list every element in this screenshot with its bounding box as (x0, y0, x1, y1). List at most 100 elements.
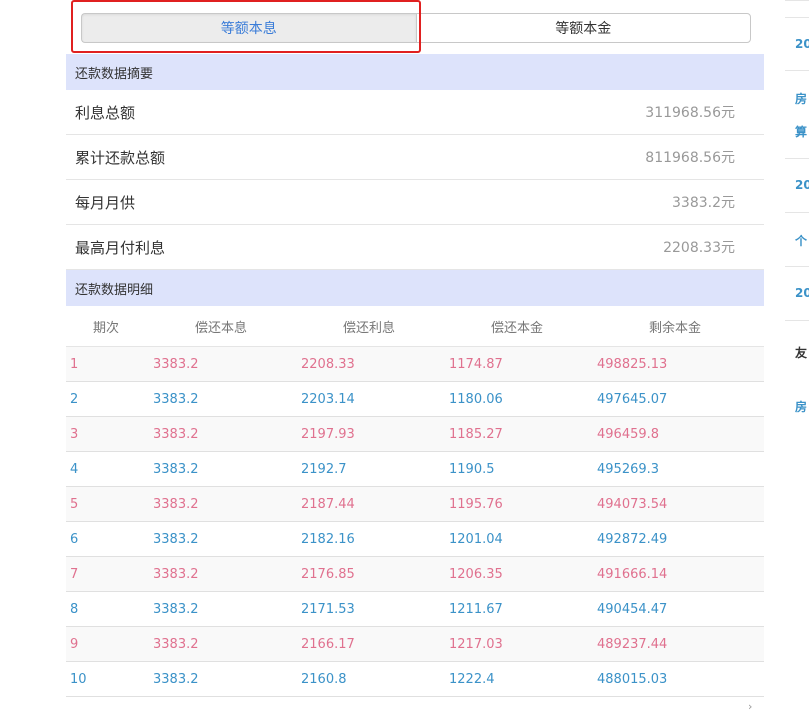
cell-principal: 1201.04 (449, 531, 503, 547)
cell-interest: 2208.33 (301, 356, 355, 372)
table-row: 7 3383.2 2176.85 1206.35 491666.14 (66, 557, 764, 592)
cell-period: 6 (70, 531, 79, 547)
cell-period: 7 (70, 566, 79, 582)
cell-remaining: 492872.49 (597, 531, 668, 547)
summary-value: 2208.33元 (663, 240, 735, 256)
column-header-period: 期次 (93, 321, 120, 336)
cell-interest: 2197.93 (301, 426, 355, 442)
column-header-remaining: 剩余本金 (649, 321, 702, 336)
cell-payment: 3383.2 (153, 426, 199, 442)
repayment-method-tabs: 等额本息 等额本金 (81, 13, 751, 43)
tab-equal-payment[interactable]: 等额本息 (81, 13, 416, 43)
sidebar-item-link[interactable]: 20 (795, 286, 809, 300)
cell-period: 9 (70, 636, 79, 652)
cell-remaining: 491666.14 (597, 566, 668, 582)
cell-period: 4 (70, 461, 79, 477)
cell-interest: 2160.8 (301, 671, 347, 687)
column-header-payment: 偿还本息 (195, 321, 248, 336)
summary-list: 利息总额 311968.56元 累计还款总额 811968.56元 每月月供 3… (66, 90, 764, 270)
summary-section-header: 还款数据摘要 (66, 54, 764, 90)
summary-label: 利息总额 (75, 103, 136, 122)
cell-remaining: 498825.13 (597, 356, 668, 372)
cell-principal: 1206.35 (449, 566, 503, 582)
summary-value: 311968.56元 (645, 105, 735, 121)
sidebar-divider (785, 320, 809, 321)
cell-remaining: 496459.8 (597, 426, 660, 442)
cell-period: 3 (70, 426, 79, 442)
summary-value: 811968.56元 (645, 150, 735, 166)
summary-label: 累计还款总额 (75, 148, 166, 167)
cell-payment: 3383.2 (153, 601, 199, 617)
cell-remaining: 497645.07 (597, 391, 668, 407)
cell-remaining: 490454.47 (597, 601, 668, 617)
cell-payment: 3383.2 (153, 391, 199, 407)
cell-period: 1 (70, 356, 79, 372)
sidebar-divider (785, 70, 809, 71)
cell-payment: 3383.2 (153, 461, 199, 477)
sidebar-item-link[interactable]: 个 (795, 232, 807, 249)
tab-equal-principal[interactable]: 等额本金 (415, 13, 751, 43)
cell-period: 10 (70, 671, 87, 687)
sidebar-item-link[interactable]: 算 (795, 123, 807, 140)
cell-period: 5 (70, 496, 79, 512)
table-row: 2 3383.2 2203.14 1180.06 497645.07 (66, 382, 764, 417)
chevron-right-icon[interactable]: › (748, 700, 752, 710)
cell-payment: 3383.2 (153, 356, 199, 372)
sidebar-item-link[interactable]: 20 (795, 37, 809, 51)
cell-payment: 3383.2 (153, 531, 199, 547)
summary-label: 每月月供 (75, 193, 136, 212)
cell-principal: 1217.03 (449, 636, 503, 652)
summary-row-total-repayment: 累计还款总额 811968.56元 (66, 135, 764, 180)
cell-principal: 1195.76 (449, 496, 503, 512)
table-row: 10 3383.2 2160.8 1222.4 488015.03 (66, 662, 764, 697)
sidebar-section-title: 友 (795, 346, 808, 360)
summary-row-monthly-payment: 每月月供 3383.2元 (66, 180, 764, 225)
cell-remaining: 489237.44 (597, 636, 668, 652)
sidebar-item-link[interactable]: 房 (795, 90, 807, 107)
detail-table-body: 1 3383.2 2208.33 1174.87 498825.13 2 3383.2 220… (66, 347, 764, 697)
summary-value: 3383.2元 (672, 195, 735, 211)
cell-interest: 2166.17 (301, 636, 355, 652)
cell-payment: 3383.2 (153, 566, 199, 582)
detail-section-header: 还款数据明细 (66, 270, 764, 306)
cell-interest: 2176.85 (301, 566, 355, 582)
cell-payment: 3383.2 (153, 671, 199, 687)
sidebar-divider (785, 158, 809, 159)
table-row: 1 3383.2 2208.33 1174.87 498825.13 (66, 347, 764, 382)
cell-payment: 3383.2 (153, 496, 199, 512)
sidebar-divider (785, 17, 809, 18)
sidebar-divider (785, 0, 809, 5)
cell-period: 2 (70, 391, 79, 407)
cell-remaining: 495269.3 (597, 461, 660, 477)
cell-remaining: 488015.03 (597, 671, 668, 687)
table-row: 8 3383.2 2171.53 1211.67 490454.47 (66, 592, 764, 627)
cell-remaining: 494073.54 (597, 496, 668, 512)
table-row: 6 3383.2 2182.16 1201.04 492872.49 (66, 522, 764, 557)
cell-interest: 2192.7 (301, 461, 347, 477)
cell-principal: 1174.87 (449, 356, 503, 372)
cell-principal: 1211.67 (449, 601, 503, 617)
sidebar-item-link[interactable]: 房 (795, 398, 807, 415)
sidebar-divider (785, 266, 809, 267)
table-row: 5 3383.2 2187.44 1195.76 494073.54 (66, 487, 764, 522)
cell-interest: 2203.14 (301, 391, 355, 407)
cell-principal: 1222.4 (449, 671, 495, 687)
table-row: 3 3383.2 2197.93 1185.27 496459.8 (66, 417, 764, 452)
column-header-interest: 偿还利息 (343, 321, 396, 336)
cell-payment: 3383.2 (153, 636, 199, 652)
cell-period: 8 (70, 601, 79, 617)
summary-row-total-interest: 利息总额 311968.56元 (66, 90, 764, 135)
cell-interest: 2187.44 (301, 496, 355, 512)
right-sidebar: 20 房 算 20 个 20 友 房 (785, 0, 809, 710)
cell-interest: 2182.16 (301, 531, 355, 547)
cell-principal: 1180.06 (449, 391, 503, 407)
table-row: 4 3383.2 2192.7 1190.5 495269.3 (66, 452, 764, 487)
column-header-principal: 偿还本金 (491, 321, 544, 336)
summary-label: 最高月付利息 (75, 238, 166, 257)
cell-interest: 2171.53 (301, 601, 355, 617)
detail-table: 期次 偿还本息 偿还利息 偿还本金 剩余本金 1 3383.2 2208.33 117… (66, 307, 764, 697)
detail-table-header: 期次 偿还本息 偿还利息 偿还本金 剩余本金 (66, 307, 764, 347)
summary-row-max-monthly-interest: 最高月付利息 2208.33元 (66, 225, 764, 270)
sidebar-item-link[interactable]: 20 (795, 178, 809, 192)
cell-principal: 1190.5 (449, 461, 495, 477)
